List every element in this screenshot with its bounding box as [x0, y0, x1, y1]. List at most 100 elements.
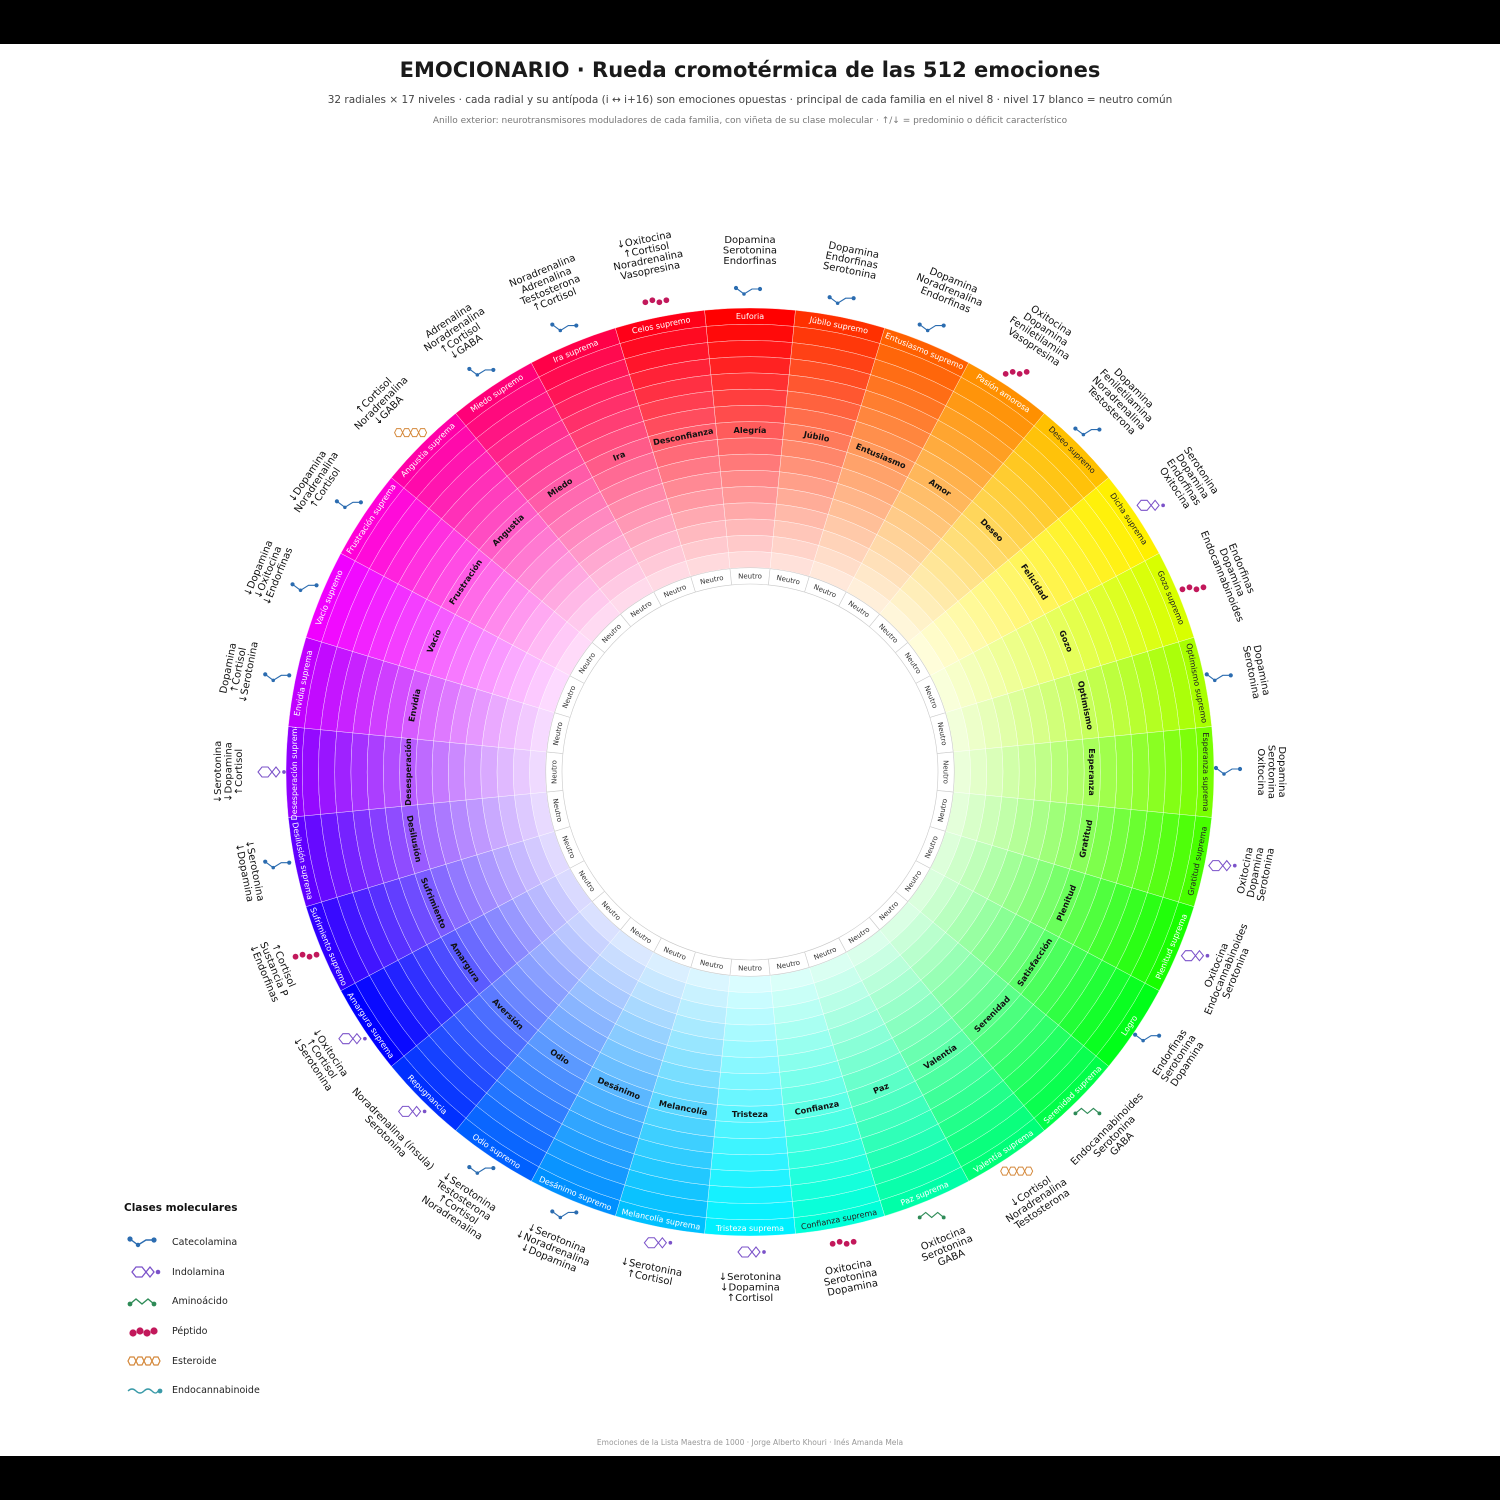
catecolamina-icon [290, 582, 319, 593]
neurotransmitter-label: NoradrenalinaAdrenalinaTestosterona↑Cort… [508, 253, 590, 319]
emotion-principal-label: Tristeza [732, 1109, 768, 1119]
emotion-cell [448, 742, 467, 802]
catecolamina-icon [550, 322, 579, 333]
emotion-cell [1033, 742, 1052, 802]
legend-label: Catecolamina [172, 1237, 238, 1249]
peptido-icon [1179, 584, 1207, 593]
legend-item-aminoacido: Aminoácido [124, 1287, 364, 1317]
emotion-cell [721, 1039, 779, 1058]
legend-label: Indolamina [172, 1266, 225, 1278]
indolamina-icon [397, 1105, 427, 1118]
neurotransmitter-label: DopaminaSerotoninaOxitocina [1255, 745, 1287, 799]
emotion-cell [710, 1152, 790, 1172]
emotion-cell [432, 740, 450, 804]
emotion-cell [712, 389, 788, 408]
emotion-cell [705, 1201, 795, 1220]
emotion-cell [985, 747, 1004, 797]
indolamina-icon [1136, 499, 1165, 512]
catecolamina-icon [263, 859, 292, 870]
emotion-cell [1130, 732, 1150, 812]
emotion-outer-label: Desesperación suprema [289, 724, 299, 821]
emotion-cell [415, 739, 434, 805]
legend-label: Aminoácido [172, 1296, 228, 1308]
emotion-cell [720, 1055, 780, 1074]
emotion-cell [1146, 731, 1166, 813]
indolamina-icon [257, 766, 286, 778]
emotion-cell [529, 750, 547, 794]
catecolamina-icon [550, 1209, 579, 1220]
emotion-principal-label: Desesperación [403, 738, 413, 806]
emotion-cell [717, 437, 783, 456]
esteroide-icon [1000, 1166, 1034, 1176]
neurotransmitter-label: EndorfinasDopaminaEndocannabinoides [1198, 521, 1265, 623]
emotion-cell [713, 405, 787, 424]
neutral-label: Neutro [738, 965, 762, 973]
neurotransmitter-label: OxitocinaSerotoninaDopamina [821, 1257, 880, 1299]
legend-label: Esteroide [172, 1355, 217, 1367]
emotion-cell [728, 975, 772, 993]
neurotransmitter-label: AdrenalinaNoradrenalina↑Cortisol↓GABA [416, 297, 498, 372]
peptido-icon [129, 1326, 158, 1337]
emotion-cell [383, 735, 402, 809]
neurotransmitter-label: DopaminaFeniletilaminaNoradrenalinaTesto… [1082, 360, 1162, 440]
emotion-cell [464, 743, 483, 801]
neurotransmitter-label: Dopamina Serotonina Endorfinas [723, 235, 777, 267]
neurotransmitter-label: ↓CortisolNoradrenalinaTestosterona [998, 1168, 1075, 1234]
emotion-cell [713, 1120, 787, 1139]
emotion-cell [718, 454, 782, 472]
catecolamina-icon [827, 295, 856, 305]
emotion-cell [480, 745, 499, 799]
legend-item-indolamina: Indolamina [124, 1258, 364, 1288]
neurotransmitter-label: ↓Oxitocina↑CortisolNoradrenalinaVasopres… [609, 228, 687, 283]
emotion-cell [334, 731, 354, 813]
neurotransmitter-label: ↓Serotonina↓Noradrenalina↓Dopamina [510, 1219, 595, 1279]
legend-item-catecolamina: Catecolamina [124, 1228, 364, 1258]
emotion-cell [723, 1023, 777, 1042]
emotion-cell [496, 747, 515, 797]
legend: Clases moleculares Catecolamina Indolami… [124, 1202, 364, 1406]
emotion-outer-label: Euforia [736, 312, 764, 321]
emotion-cell [1049, 740, 1068, 804]
emotion-cell [709, 356, 791, 376]
emotion-cell [709, 1168, 791, 1188]
neutral-label: Neutro [738, 572, 762, 580]
neurotransmitter-label: OxitocinaEndocannabinoidesSerotonina [1193, 918, 1260, 1020]
peptido-icon [292, 951, 320, 960]
aminoacido-icon [1073, 1107, 1102, 1116]
neurotransmitter-label: ↑CortisolSustancia P↓Endorfinas [247, 935, 300, 1004]
emotion-principal-label: Esperanza [1087, 748, 1097, 796]
emotion-cell [725, 518, 775, 537]
emotion-cell [720, 470, 780, 489]
neurotransmitter-label: ↓SerotoninaTestosterona↑CortisolNoradren… [419, 1168, 501, 1243]
esteroide-icon [394, 428, 428, 438]
emotion-cell [717, 1088, 783, 1107]
neurotransmitter-label: ↓Serotonina↓Dopamina↑Cortisol [213, 741, 245, 804]
emotion-cell [513, 748, 531, 796]
emotion-cell [367, 734, 386, 810]
legend-label: Péptido [172, 1326, 208, 1338]
neurotransmitter-label: ↓Serotonina↓Dopamina↑Cortisol [719, 1272, 782, 1304]
emotion-cell [1001, 745, 1020, 799]
neurotransmitter-label: DopaminaNoradrenalinaEndorfinas [911, 262, 989, 319]
catecolamina-icon [1213, 765, 1243, 776]
emotion-cell [728, 551, 772, 569]
neurotransmitter-label: ↓Serotonina↓Dopamina [232, 839, 265, 905]
emotion-cell [705, 324, 795, 343]
endocannabinoide-icon [127, 1388, 163, 1394]
emotion-cell [350, 732, 370, 812]
catecolamina-icon [467, 366, 496, 377]
neurotransmitter-label: OxitocinaDopaminaSerotonina [1235, 843, 1277, 902]
emotion-cell [1017, 743, 1036, 801]
peptido-icon [829, 1238, 857, 1247]
emotion-cell [726, 535, 774, 553]
emotion-cell [1179, 727, 1198, 817]
esteroide-icon [127, 1356, 161, 1366]
emotion-cell [302, 727, 321, 817]
neutral-label: Neutro [942, 760, 950, 784]
peptido-icon [642, 297, 670, 306]
emotion-cell [318, 729, 337, 815]
neurotransmitter-label: ↓Dopamina↓Oxitocina↓Endorfinas [242, 538, 295, 607]
emotion-cell [725, 1007, 775, 1026]
catecolamina-icon [127, 1236, 157, 1247]
emotion-cell [718, 1071, 782, 1090]
